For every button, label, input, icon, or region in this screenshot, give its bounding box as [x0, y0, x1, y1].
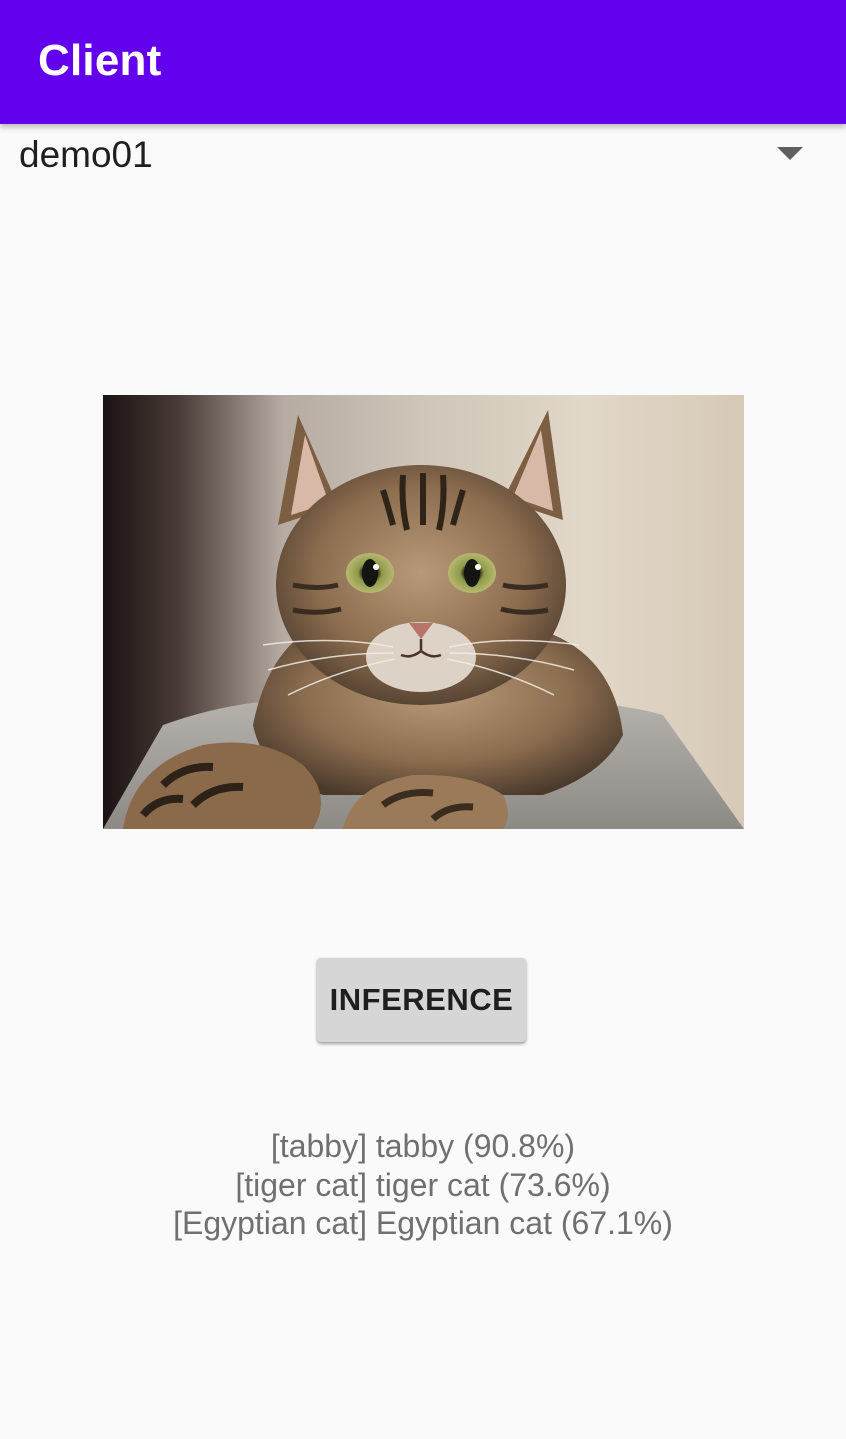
- input-image: [103, 395, 744, 829]
- result-line: [tiger cat] tiger cat (73.6%): [235, 1166, 611, 1203]
- model-selector-dropdown[interactable]: demo01: [0, 124, 846, 186]
- dropdown-arrow-icon: [777, 147, 803, 160]
- result-line: [Egyptian cat] Egyptian cat (67.1%): [173, 1205, 673, 1241]
- model-selector-value: demo01: [19, 134, 153, 175]
- app-title: Client: [38, 36, 162, 85]
- result-line: [tabby] tabby (90.8%): [270, 1128, 576, 1164]
- app-bar: Client: [0, 0, 846, 124]
- inference-button[interactable]: INFERENCE: [317, 958, 526, 1042]
- inference-results: [tabby] tabby (90.8%) [tiger cat] tiger …: [0, 1127, 846, 1243]
- app-screen: Client demo01 INFERENCE [tabby] tabby (9…: [0, 0, 846, 1439]
